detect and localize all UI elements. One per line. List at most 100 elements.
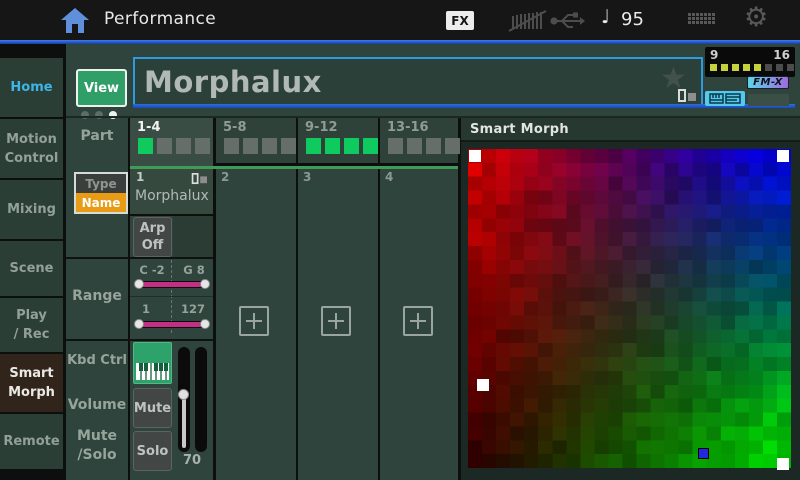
sq-off bbox=[157, 138, 172, 154]
led-on bbox=[721, 64, 728, 71]
slider-handle-low[interactable] bbox=[134, 319, 144, 329]
status-spacer bbox=[748, 94, 789, 106]
led-on bbox=[743, 64, 750, 71]
part-category-flag-icon bbox=[192, 173, 207, 184]
morph-marker-white[interactable] bbox=[469, 150, 481, 162]
tab-label: 5-8 bbox=[223, 120, 247, 135]
flag-outline bbox=[678, 89, 686, 102]
part-group-tab-5-8[interactable]: 5-8 bbox=[216, 118, 296, 163]
add-part-3-button[interactable] bbox=[321, 306, 351, 336]
morph-marker-blue[interactable] bbox=[698, 448, 709, 459]
divider bbox=[213, 118, 216, 480]
sidebar-item-scene[interactable]: Scene bbox=[0, 241, 63, 296]
smart-morph-title: Smart Morph bbox=[470, 122, 569, 137]
sq-off bbox=[224, 138, 239, 154]
smart-morph-map[interactable] bbox=[468, 149, 791, 468]
sidebar-label: Remote bbox=[3, 432, 59, 451]
part-activity-squares bbox=[138, 138, 210, 154]
divider bbox=[130, 296, 213, 297]
tab-label: 13-16 bbox=[387, 120, 429, 135]
sq-off bbox=[195, 138, 210, 154]
part-4-number: 4 bbox=[385, 170, 393, 184]
part-group-tab-13-16[interactable]: 13-16 bbox=[380, 118, 458, 163]
part-1-name: Morphalux bbox=[135, 188, 209, 204]
led-off bbox=[765, 64, 772, 71]
note-range-slider[interactable] bbox=[136, 281, 208, 288]
arp-on-off-button[interactable]: Arp Off bbox=[133, 217, 172, 257]
part-status-panel: 9 16 bbox=[705, 47, 795, 77]
sidebar-label: Smart bbox=[9, 364, 53, 383]
home-icon[interactable] bbox=[60, 7, 90, 34]
slider-fill bbox=[139, 322, 205, 327]
engine-badge-fmx: FM-X bbox=[747, 76, 789, 89]
header-underline bbox=[133, 104, 795, 108]
sidebar-label: / Rec bbox=[14, 325, 50, 344]
keyboard-control-badge[interactable] bbox=[705, 91, 745, 106]
sidebar-label: Home bbox=[10, 78, 52, 97]
morph-marker-white[interactable] bbox=[777, 150, 789, 162]
utility-gear-icon[interactable]: ⚙ bbox=[744, 2, 768, 33]
part-3-number: 3 bbox=[303, 170, 311, 184]
row-label-volume: Volume bbox=[66, 397, 128, 413]
mute-button[interactable]: Mute bbox=[133, 388, 172, 428]
volume-value: 70 bbox=[176, 453, 208, 468]
velocity-range-low: 1 bbox=[134, 302, 158, 316]
part-2-number: 2 bbox=[221, 170, 229, 184]
part-range-end: 16 bbox=[773, 48, 790, 62]
led-on bbox=[754, 64, 761, 71]
solo-button[interactable]: Solo bbox=[133, 431, 172, 471]
fx-indicator[interactable]: FX bbox=[446, 11, 474, 30]
arp-cell-bg bbox=[173, 216, 213, 257]
flag-fill bbox=[200, 176, 207, 183]
flag-fill bbox=[688, 93, 696, 101]
sidebar-label: Control bbox=[5, 149, 59, 168]
view-button[interactable]: View bbox=[76, 69, 127, 107]
sq-on bbox=[325, 138, 340, 154]
volume-slider-handle[interactable] bbox=[178, 389, 189, 400]
performance-name-field[interactable]: Morphalux bbox=[133, 57, 703, 106]
add-part-4-button[interactable] bbox=[403, 306, 433, 336]
name-toggle-option[interactable]: Name bbox=[76, 193, 126, 212]
divider bbox=[296, 118, 298, 480]
row-label-kbd-ctrl: Kbd Ctrl bbox=[66, 353, 128, 368]
sq-off bbox=[262, 138, 277, 154]
velocity-range-high: 127 bbox=[176, 302, 210, 316]
slider-handle-high[interactable] bbox=[200, 319, 210, 329]
add-part-2-button[interactable] bbox=[239, 306, 269, 336]
sidebar-item-remote[interactable]: Remote bbox=[0, 414, 63, 469]
arp-label: Off bbox=[142, 237, 164, 254]
tempo-note-icon: ♩ bbox=[601, 6, 610, 28]
type-toggle-option[interactable]: Type bbox=[76, 174, 126, 193]
sidebar-item-play-rec[interactable]: Play / Rec bbox=[0, 298, 63, 352]
slider-fill bbox=[139, 282, 205, 287]
sidebar-item-home[interactable]: Home bbox=[0, 58, 63, 117]
sq-off bbox=[407, 138, 422, 154]
slider-handle-low[interactable] bbox=[134, 279, 144, 289]
menu-grid-icon[interactable] bbox=[688, 13, 715, 24]
sidebar-item-mixing[interactable]: Mixing bbox=[0, 180, 63, 239]
morph-map-area[interactable] bbox=[468, 149, 791, 468]
sq-off bbox=[176, 138, 191, 154]
sidebar-item-motion-control[interactable]: Motion Control bbox=[0, 119, 63, 178]
row-label-part: Part bbox=[66, 128, 128, 144]
part-group-tab-9-12[interactable]: 9-12 bbox=[298, 118, 378, 163]
morph-marker-white[interactable] bbox=[777, 458, 789, 470]
sidebar-item-smart-morph[interactable]: Smart Morph bbox=[0, 354, 63, 412]
part-leds bbox=[710, 64, 794, 71]
arp-label: Arp bbox=[140, 220, 166, 237]
kbd-ctrl-button[interactable] bbox=[133, 342, 172, 384]
divider bbox=[378, 118, 380, 480]
divider bbox=[66, 339, 213, 341]
slider-handle-high[interactable] bbox=[200, 279, 210, 289]
part-1-name-cell[interactable]: 1 Morphalux bbox=[130, 169, 213, 214]
tempo-value[interactable]: 95 bbox=[621, 9, 644, 30]
type-name-toggle[interactable]: Type Name bbox=[74, 172, 128, 214]
level-meter bbox=[195, 347, 207, 452]
sidebar-label: Morph bbox=[8, 383, 55, 402]
velocity-range-slider[interactable] bbox=[136, 321, 208, 328]
morph-marker-white[interactable] bbox=[477, 379, 489, 391]
part-group-tab-1-4[interactable]: 1-4 bbox=[130, 118, 213, 166]
screen-title: Performance bbox=[104, 9, 216, 29]
sidebar-label: Scene bbox=[10, 259, 54, 278]
part-1-number: 1 bbox=[136, 170, 144, 184]
